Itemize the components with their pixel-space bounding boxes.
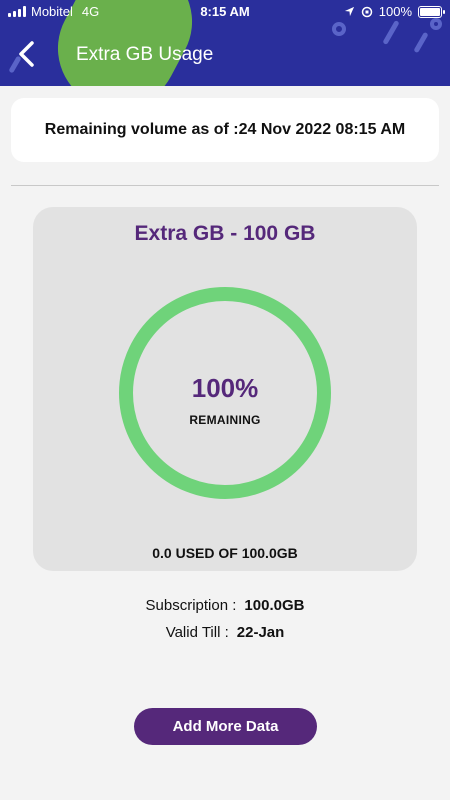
status-bar: Mobitel 4G 8:15 AM 100% xyxy=(0,0,450,22)
remaining-date-card: Remaining volume as of :24 Nov 2022 08:1… xyxy=(11,98,439,162)
valid-till-label: Valid Till : xyxy=(165,624,229,641)
usage-card: Extra GB - 100 GB 100% REMAINING 0.0 USE… xyxy=(33,207,417,571)
back-button[interactable] xyxy=(12,38,40,70)
valid-till-value: 22-Jan xyxy=(236,624,285,641)
usage-summary: 0.0 USED OF 100.0GB xyxy=(152,545,298,561)
subscription-row: Subscription : 100.0GB xyxy=(0,597,450,614)
battery-percent: 100% xyxy=(378,4,412,19)
battery-icon xyxy=(418,5,445,18)
subscription-label: Subscription : xyxy=(145,597,237,614)
divider xyxy=(11,185,439,186)
package-title: Extra GB - 100 GB xyxy=(134,222,316,245)
orientation-lock-icon xyxy=(361,6,372,17)
header-decoration xyxy=(413,31,429,54)
header-decoration xyxy=(382,19,400,46)
subscription-value: 100.0GB xyxy=(244,597,305,614)
chevron-left-icon xyxy=(19,41,34,67)
add-more-data-button[interactable]: Add More Data xyxy=(134,708,317,745)
header-decoration xyxy=(332,22,346,36)
app-header: Mobitel 4G 8:15 AM 100% Extra GB Usage xyxy=(0,0,450,86)
valid-till-row: Valid Till : 22-Jan xyxy=(0,624,450,641)
remaining-progress-ring xyxy=(119,287,331,499)
page-title: Extra GB Usage xyxy=(76,44,214,65)
location-icon xyxy=(344,6,354,17)
remaining-date-text: Remaining volume as of :24 Nov 2022 08:1… xyxy=(44,121,406,138)
